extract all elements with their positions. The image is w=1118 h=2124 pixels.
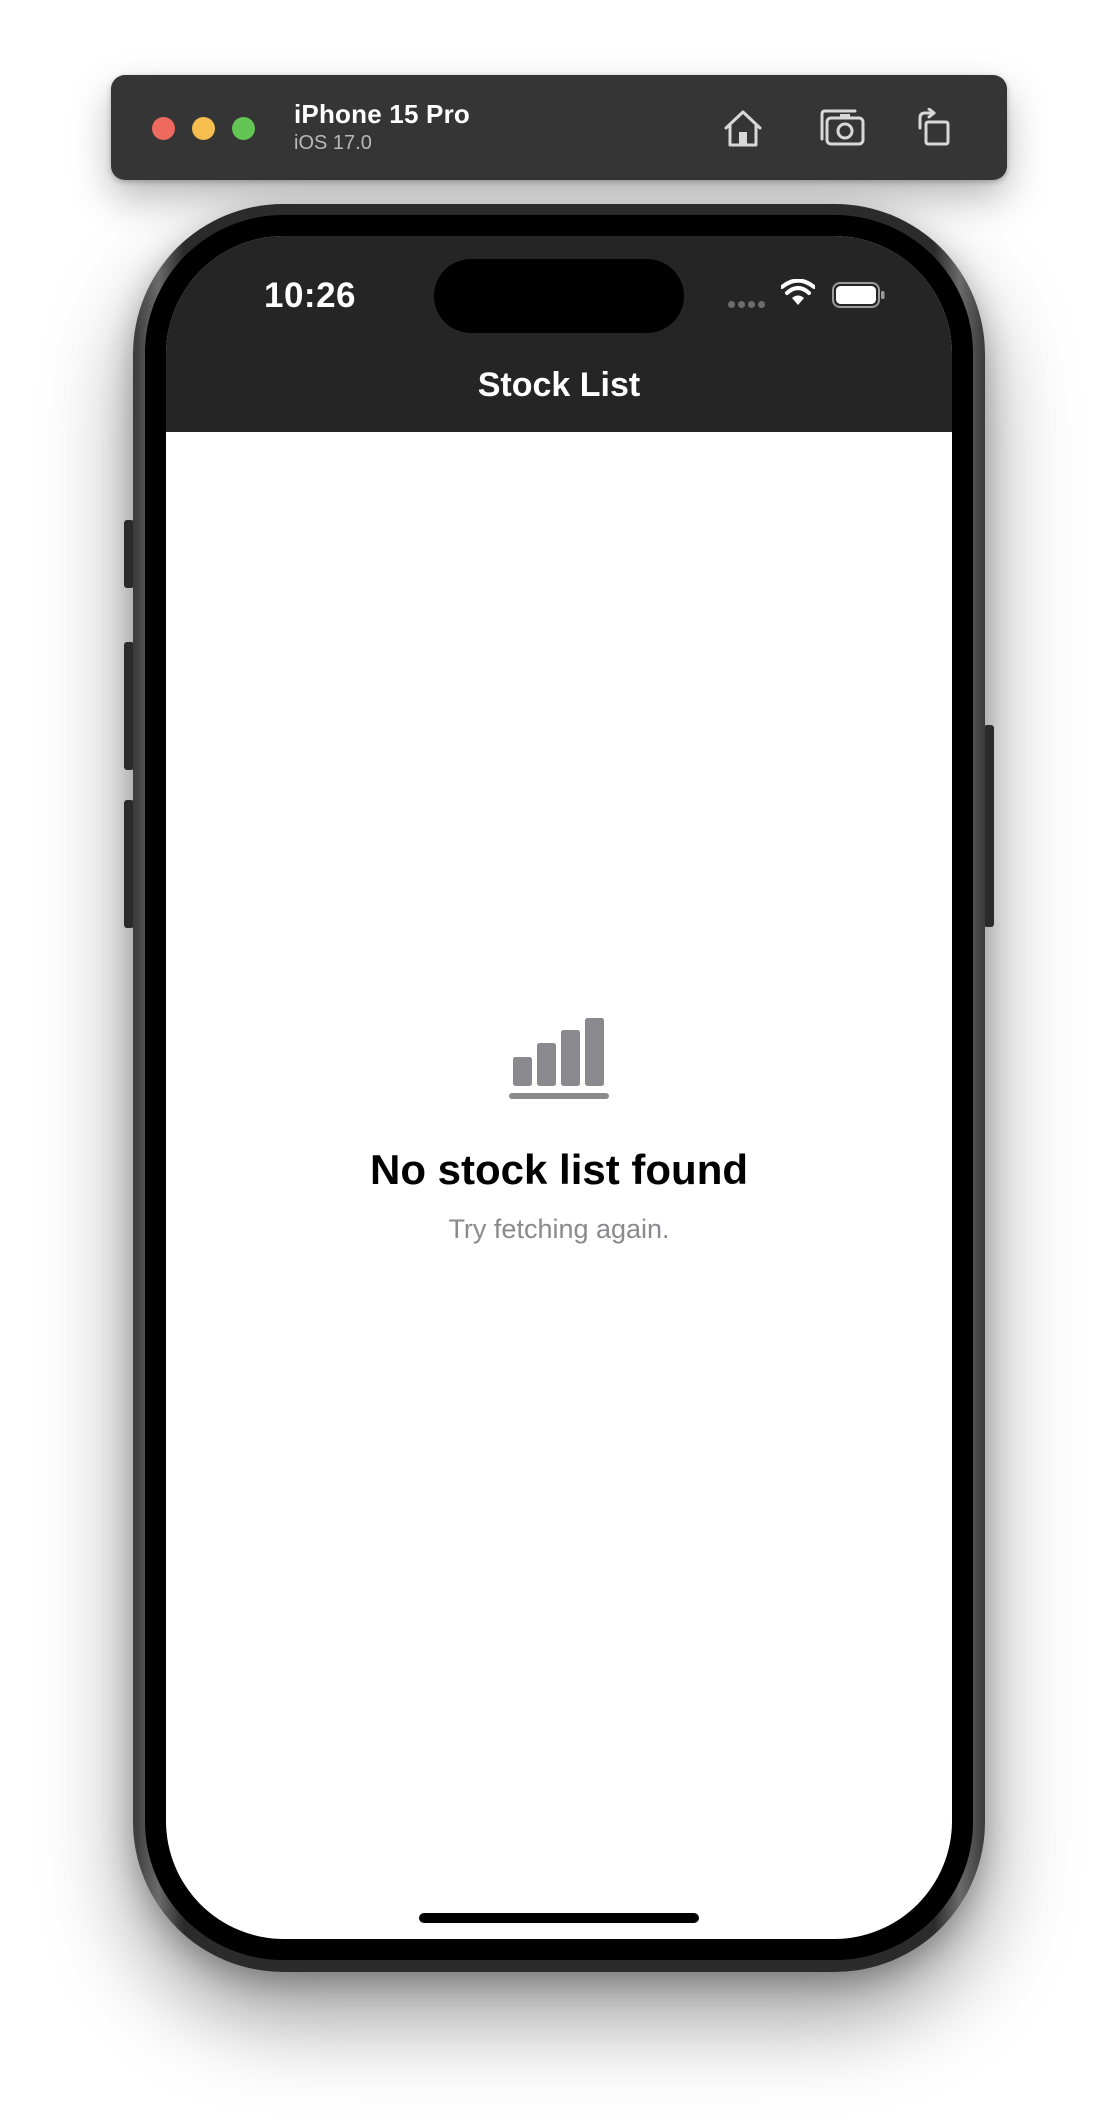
chart-bar-icon [509, 1018, 609, 1099]
device-name: iPhone 15 Pro [294, 99, 470, 129]
device-os-version: iOS 17.0 [294, 132, 372, 154]
rotate-button[interactable] [908, 103, 960, 153]
power-button[interactable] [984, 725, 994, 927]
close-window-button[interactable] [152, 117, 175, 140]
status-icons [728, 277, 888, 311]
dynamic-island [434, 259, 684, 333]
screenshot-button[interactable] [817, 103, 869, 153]
navigation-bar: 10:26 Stock List [166, 236, 952, 432]
empty-state-title: No stock list found [370, 1146, 748, 1193]
camera-icon [820, 109, 865, 146]
simulator-stage: iPhone 15 Pro iOS 17.0 10:26 Stock List … [0, 0, 1118, 2124]
home-icon [724, 110, 762, 147]
empty-state: No stock list found Try fetching again. [166, 1018, 952, 1245]
battery-icon [832, 282, 885, 308]
home-button[interactable] [717, 103, 769, 153]
home-indicator[interactable] [419, 1913, 699, 1923]
nav-title: Stock List [477, 366, 641, 404]
wifi-icon [781, 279, 815, 305]
status-time: 10:26 [264, 276, 357, 315]
empty-state-subtitle: Try fetching again. [448, 1214, 670, 1244]
simulator-toolbar: iPhone 15 Pro iOS 17.0 [111, 75, 1007, 180]
rotate-icon [918, 108, 950, 146]
minimize-window-button[interactable] [192, 117, 215, 140]
phone-screen: 10:26 Stock List No stock list found Try… [166, 236, 952, 1939]
zoom-window-button[interactable] [232, 117, 255, 140]
